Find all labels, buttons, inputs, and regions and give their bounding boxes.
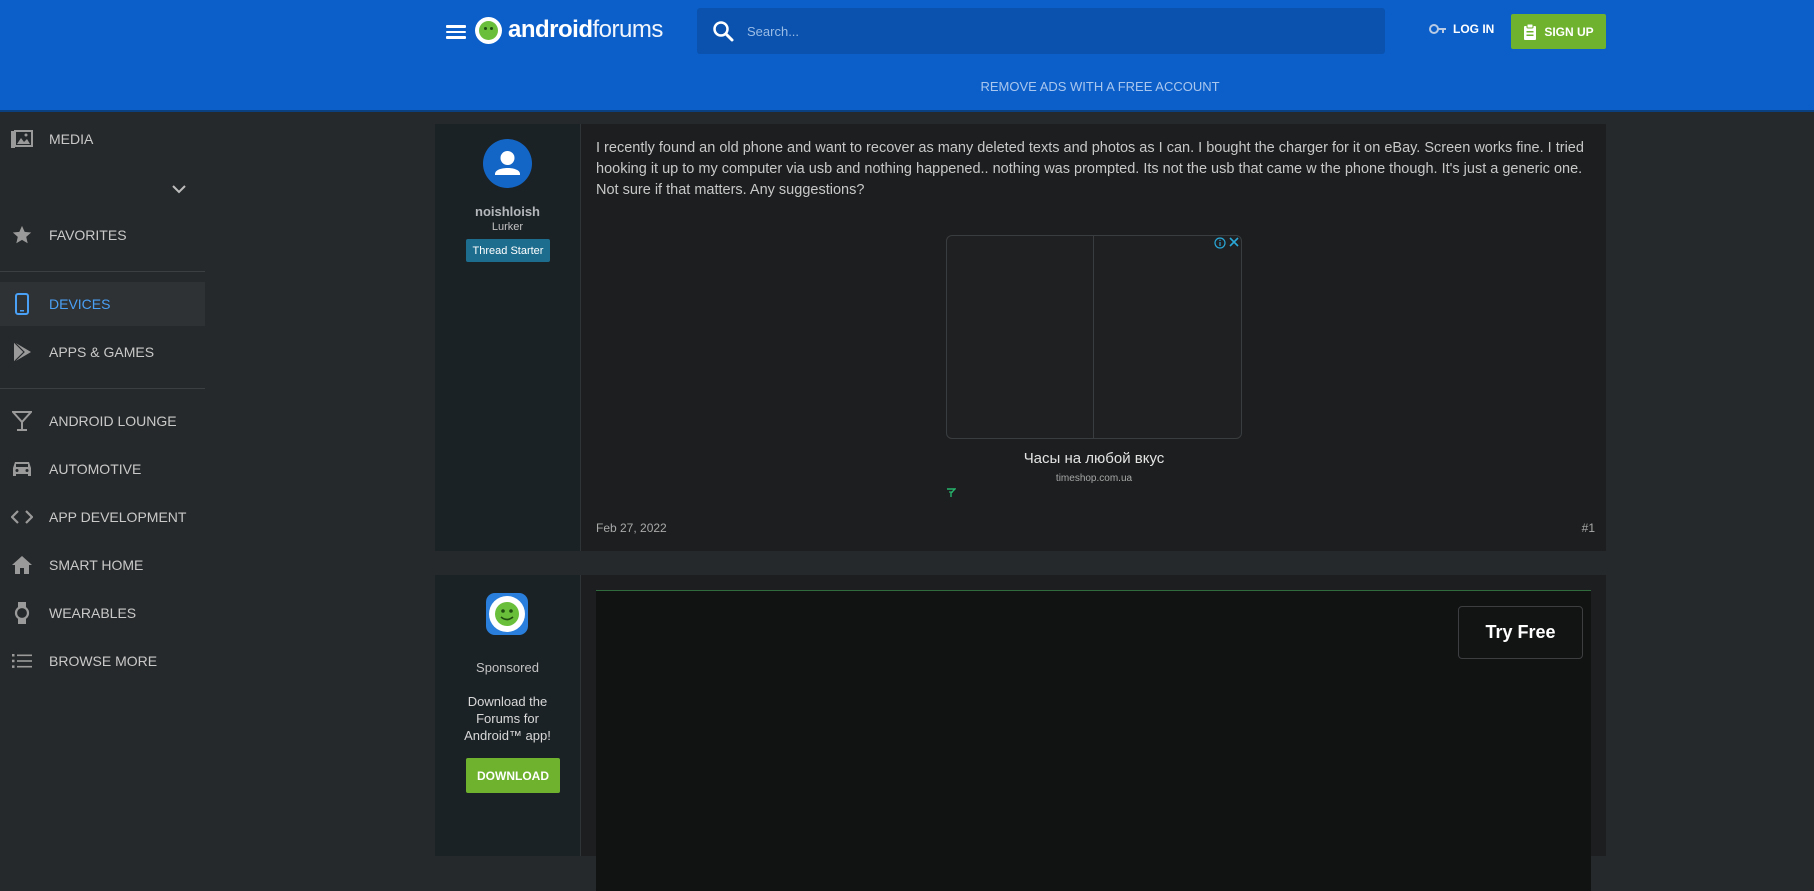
info-icon[interactable] <box>1214 237 1226 249</box>
sidebar-item-media[interactable]: MEDIA <box>0 117 205 161</box>
key-icon <box>1429 24 1446 34</box>
search-input[interactable] <box>745 22 1349 40</box>
post-date[interactable]: Feb 27, 2022 <box>596 521 667 535</box>
sidebar-item-label: APP DEVELOPMENT <box>49 509 187 525</box>
sidebar-item-devices[interactable]: DEVICES <box>0 282 205 326</box>
avatar[interactable] <box>483 139 532 188</box>
remove-ads-link[interactable]: REMOVE ADS WITH A FREE ACCOUNT <box>0 79 1814 94</box>
video-ad[interactable]: Try Free <box>596 590 1591 891</box>
try-free-button[interactable]: Try Free <box>1458 606 1583 659</box>
thread-starter-badge: Thread Starter <box>466 239 550 262</box>
app-logo-icon <box>486 593 528 635</box>
home-icon <box>10 553 34 577</box>
signup-label: SIGN UP <box>1544 24 1594 39</box>
play-icon <box>10 340 34 364</box>
search-icon[interactable] <box>711 19 735 43</box>
user-icon <box>495 151 520 175</box>
ad-divider <box>1093 236 1094 438</box>
sidebar: MEDIA FAVORITES DEVICES APPS & GAMES AND… <box>0 112 205 856</box>
sponsored-label: Sponsored <box>476 660 539 675</box>
list-icon <box>10 649 34 673</box>
username[interactable]: noishloish <box>435 204 580 219</box>
sidebar-item-label: ANDROID LOUNGE <box>49 413 177 429</box>
sidebar-item-app-development[interactable]: APP DEVELOPMENT <box>0 495 205 539</box>
search-bar[interactable] <box>697 8 1385 54</box>
ad-choices-icon[interactable] <box>946 488 956 498</box>
user-title: Lurker <box>491 221 524 233</box>
close-icon[interactable] <box>1228 236 1240 248</box>
android-logo-icon <box>475 16 502 44</box>
star-icon <box>10 223 34 247</box>
sidebar-item-label: APPS & GAMES <box>49 344 155 360</box>
site-header: androidforums LOG IN SIGN UP REMOVE ADS … <box>0 0 1814 112</box>
download-button[interactable]: DOWNLOAD <box>466 758 560 793</box>
cocktail-icon <box>10 409 34 433</box>
sidebar-item-android-lounge[interactable]: ANDROID LOUNGE <box>0 399 205 443</box>
sidebar-item-label: SMART HOME <box>49 557 144 573</box>
login-button[interactable]: LOG IN <box>1429 22 1494 36</box>
code-icon <box>10 505 34 529</box>
ad-image-frame[interactable] <box>946 235 1242 439</box>
sidebar-item-smart-home[interactable]: SMART HOME <box>0 543 205 587</box>
post-content: I recently found an old phone and want t… <box>596 140 1584 198</box>
media-icon <box>10 127 34 151</box>
download-app-text: Download the Forums for Android™ app! <box>464 694 551 743</box>
car-icon <box>10 457 34 481</box>
sidebar-item-label: BROWSE MORE <box>49 653 158 669</box>
image-ad[interactable] <box>946 235 1242 439</box>
signup-button[interactable]: SIGN UP <box>1511 14 1606 49</box>
phone-icon <box>10 292 34 316</box>
login-label: LOG IN <box>1453 22 1495 36</box>
site-logo[interactable]: androidforums <box>475 16 663 44</box>
chevron-down-icon[interactable] <box>170 180 188 198</box>
menu-icon[interactable] <box>444 22 468 42</box>
sidebar-item-automotive[interactable]: AUTOMOTIVE <box>0 447 205 491</box>
sidebar-item-label: WEARABLES <box>49 605 137 621</box>
sidebar-item-label: FAVORITES <box>49 227 127 243</box>
post-1: noishloish Lurker Thread Starter I recen… <box>435 124 1606 551</box>
post-sponsored: Sponsored Download the Forums for Androi… <box>435 575 1606 891</box>
sidebar-item-favorites[interactable]: FAVORITES <box>0 213 205 257</box>
sidebar-item-apps-games[interactable]: APPS & GAMES <box>0 330 205 374</box>
sponsored-info: Sponsored Download the Forums for Androi… <box>435 575 581 856</box>
logo-text: androidforums <box>508 16 663 43</box>
post-user-info: noishloish Lurker Thread Starter <box>435 124 581 551</box>
divider <box>0 271 205 272</box>
sidebar-item-label: MEDIA <box>49 131 94 147</box>
post-number[interactable]: #1 <box>1582 521 1595 535</box>
clipboard-icon <box>1524 23 1537 40</box>
watch-icon <box>10 601 34 625</box>
sidebar-item-wearables[interactable]: WEARABLES <box>0 591 205 635</box>
sidebar-item-label: DEVICES <box>49 296 111 312</box>
ad-title[interactable]: Часы на любой вкус <box>946 450 1242 467</box>
sidebar-item-browse-more[interactable]: BROWSE MORE <box>0 639 205 683</box>
divider <box>0 388 205 389</box>
ad-domain[interactable]: timeshop.com.ua <box>946 473 1242 484</box>
sidebar-item-label: AUTOMOTIVE <box>49 461 142 477</box>
